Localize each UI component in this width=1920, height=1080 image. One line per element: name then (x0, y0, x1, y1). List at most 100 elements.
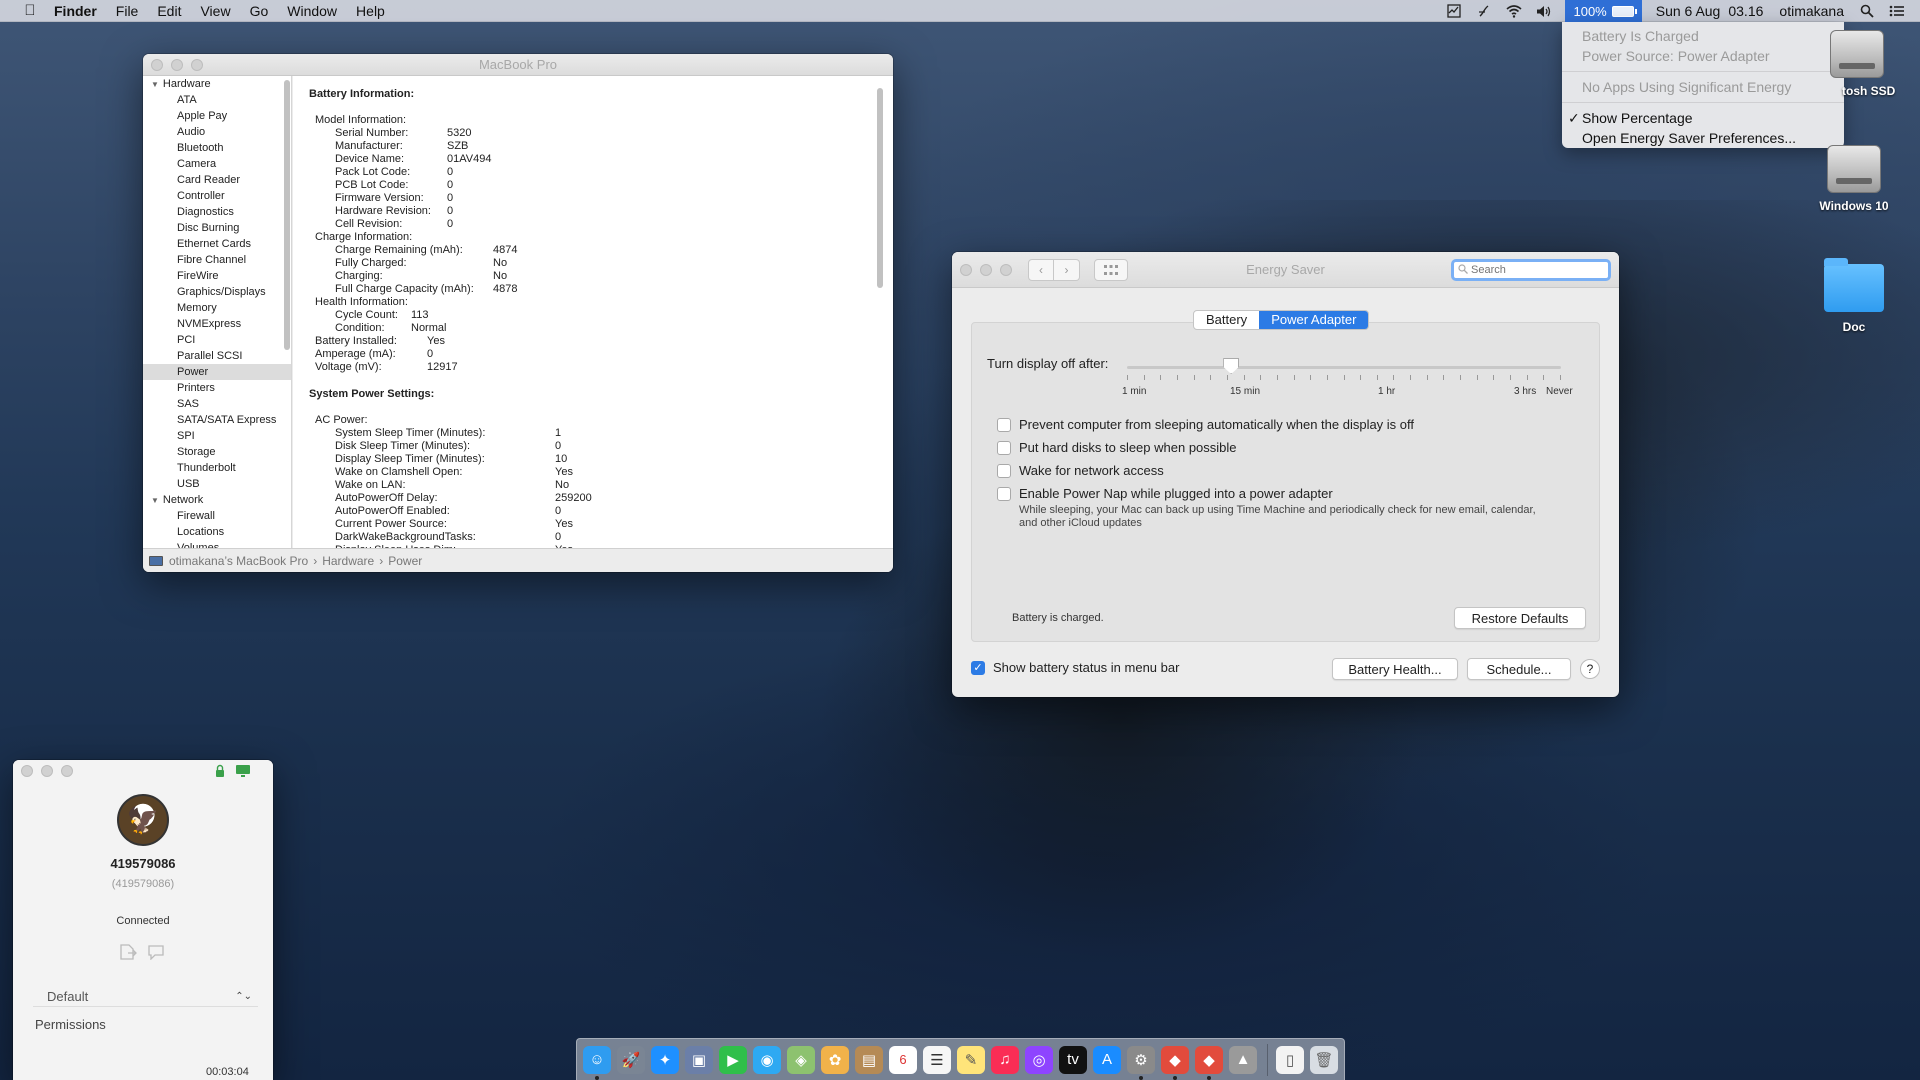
sidebar-item[interactable]: Firewall (143, 508, 291, 524)
checkbox-checked[interactable]: ✓ (971, 660, 985, 675)
dock-trash-icon[interactable]: 🗑 (1310, 1045, 1338, 1074)
dock-photos-icon[interactable]: ✿ (821, 1045, 849, 1074)
sidebar-item[interactable]: PCI (143, 332, 291, 348)
sidebar-group-network[interactable]: Network (143, 492, 291, 508)
close-button[interactable] (21, 765, 33, 777)
sidebar-item[interactable]: Card Reader (143, 172, 291, 188)
wifi-icon[interactable] (1505, 3, 1523, 19)
sidebar-item[interactable]: Thunderbolt (143, 460, 291, 476)
sidebar-item[interactable]: Bluetooth (143, 140, 291, 156)
sidebar-item[interactable]: Camera (143, 156, 291, 172)
sidebar-item[interactable]: FireWire (143, 268, 291, 284)
dock-maps-icon[interactable]: ◈ (787, 1045, 815, 1074)
script-icon[interactable] (1475, 3, 1493, 19)
search-field[interactable] (1451, 259, 1611, 281)
notification-center-icon[interactable] (1888, 3, 1906, 19)
dock-git-client-icon[interactable]: ◆ (1195, 1045, 1223, 1080)
sidebar-item[interactable]: Disc Burning (143, 220, 291, 236)
window-titlebar[interactable]: ‹ › Energy Saver (952, 252, 1619, 288)
permissions-label[interactable]: Permissions (35, 1017, 106, 1032)
dock-calendar-icon[interactable]: 6 (889, 1045, 917, 1074)
dock-document-icon[interactable]: ▯ (1276, 1045, 1304, 1074)
sidebar-item[interactable]: Printers (143, 380, 291, 396)
path-item[interactable]: otimakana’s MacBook Pro (169, 554, 308, 568)
menu-go[interactable]: Go (250, 3, 269, 19)
tab-power-adapter[interactable]: Power Adapter (1259, 311, 1369, 329)
battery-menu-extra[interactable]: 100% (1565, 0, 1642, 22)
dock-settings-icon[interactable]: ⚙ (1127, 1045, 1155, 1080)
menu-window[interactable]: Window (287, 3, 337, 19)
sidebar-item[interactable]: SAS (143, 396, 291, 412)
dock-preview-icon[interactable]: ▣ (685, 1045, 713, 1074)
search-input[interactable] (1471, 264, 1601, 276)
sidebar-item[interactable]: Memory (143, 300, 291, 316)
minimize-button[interactable] (41, 765, 53, 777)
profile-select[interactable]: Default ⌃⌄ (33, 987, 258, 1007)
desktop-icon-doc[interactable]: Doc (1804, 258, 1904, 334)
checkbox[interactable] (997, 417, 1011, 432)
restore-defaults-button[interactable]: Restore Defaults (1454, 607, 1586, 629)
dock-tv-icon[interactable]: tv (1059, 1045, 1087, 1074)
menu-help[interactable]: Help (356, 3, 385, 19)
dock-appstore-icon[interactable]: A (1093, 1045, 1121, 1074)
file-transfer-icon[interactable] (119, 944, 137, 963)
dock-utility-icon[interactable]: ▲ (1229, 1045, 1257, 1074)
help-button[interactable]: ? (1580, 659, 1600, 679)
path-item[interactable]: Power (388, 554, 422, 568)
sidebar-item[interactable]: Fibre Channel (143, 252, 291, 268)
chat-icon[interactable] (147, 944, 165, 963)
path-item[interactable]: Hardware (322, 554, 374, 568)
sidebar-item[interactable]: Power (143, 364, 291, 380)
sidebar-item[interactable]: Ethernet Cards (143, 236, 291, 252)
sidebar-item[interactable]: Audio (143, 124, 291, 140)
sidebar-item[interactable]: ATA (143, 92, 291, 108)
checkbox[interactable] (997, 440, 1011, 455)
sidebar-item[interactable]: Volumes (143, 540, 291, 548)
display-sleep-slider-track[interactable] (1127, 366, 1561, 369)
spotlight-search-icon[interactable] (1858, 3, 1876, 19)
dock-messages-icon[interactable]: ◉ (753, 1045, 781, 1074)
window-titlebar[interactable] (13, 760, 273, 782)
sidebar-item[interactable]: Diagnostics (143, 204, 291, 220)
sidebar-scrollbar[interactable] (284, 80, 290, 350)
tab-battery[interactable]: Battery (1194, 311, 1259, 329)
option-power-nap[interactable]: Enable Power Nap while plugged into a po… (997, 486, 1333, 501)
menu-view[interactable]: View (200, 3, 230, 19)
checkbox[interactable] (997, 486, 1011, 501)
sidebar-item[interactable]: Graphics/Displays (143, 284, 291, 300)
sidebar-item[interactable]: SATA/SATA Express (143, 412, 291, 428)
schedule-button[interactable]: Schedule... (1467, 658, 1571, 680)
apple-menu-icon[interactable]:  (20, 2, 40, 19)
menu-app-name[interactable]: Finder (54, 3, 97, 19)
sidebar-item[interactable]: Locations (143, 524, 291, 540)
sidebar-item[interactable]: Controller (143, 188, 291, 204)
dock-facetime-icon[interactable]: ▶ (719, 1045, 747, 1074)
menu-time[interactable]: 03.16 (1728, 3, 1763, 19)
menu-file[interactable]: File (116, 3, 139, 19)
menu-edit[interactable]: Edit (157, 3, 181, 19)
show-battery-status-option[interactable]: ✓ Show battery status in menu bar (971, 660, 1179, 675)
sidebar-item[interactable]: NVMExpress (143, 316, 291, 332)
dock-git-icon[interactable]: ◆ (1161, 1045, 1189, 1080)
dock-safari-icon[interactable]: ✦ (651, 1045, 679, 1074)
dock-music-icon[interactable]: ♫ (991, 1045, 1019, 1074)
volume-icon[interactable] (1535, 3, 1553, 19)
dock-finder-icon[interactable]: ☺ (583, 1045, 611, 1080)
dock-notes-app-icon[interactable]: ▤ (855, 1045, 883, 1074)
dock-notes-icon[interactable]: ✎ (957, 1045, 985, 1074)
show-percentage-item[interactable]: Show Percentage (1562, 108, 1844, 128)
sidebar-item[interactable]: Apple Pay (143, 108, 291, 124)
dock-launchpad-icon[interactable]: 🚀 (617, 1045, 645, 1074)
sidebar-item[interactable]: Parallel SCSI (143, 348, 291, 364)
dock-podcasts-icon[interactable]: ◎ (1025, 1045, 1053, 1074)
option-wake-network[interactable]: Wake for network access (997, 463, 1164, 478)
option-disk-sleep[interactable]: Put hard disks to sleep when possible (997, 440, 1237, 455)
menu-date[interactable]: Sun 6 Aug (1656, 3, 1721, 19)
detail-scrollbar[interactable] (877, 88, 883, 288)
activity-monitor-icon[interactable] (1445, 3, 1463, 19)
menu-user[interactable]: otimakana (1779, 3, 1844, 19)
open-energy-prefs-item[interactable]: Open Energy Saver Preferences... (1562, 128, 1844, 148)
checkbox[interactable] (997, 463, 1011, 478)
sidebar-item[interactable]: Storage (143, 444, 291, 460)
sidebar-group-hardware[interactable]: Hardware (143, 76, 291, 92)
